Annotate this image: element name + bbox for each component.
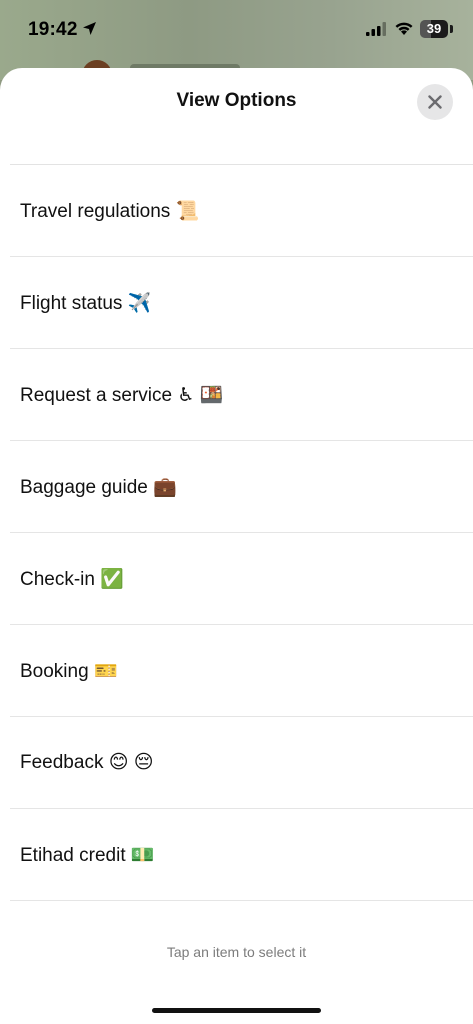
footer-hint: Tap an item to select it (166, 944, 307, 960)
options-list: Travel regulations 📜 Flight status ✈️ Re… (0, 165, 473, 901)
option-etihad-credit[interactable]: Etihad credit 💵 (10, 809, 473, 901)
option-feedback[interactable]: Feedback 😊 😔 (10, 717, 473, 809)
home-indicator[interactable] (152, 1008, 321, 1013)
option-check-in[interactable]: Check-in ✅ (10, 533, 473, 625)
option-label: Feedback 😊 😔 (20, 752, 154, 773)
option-label: Baggage guide 💼 (20, 476, 177, 498)
option-baggage-guide[interactable]: Baggage guide 💼 (10, 441, 473, 533)
option-label: Travel regulations 📜 (20, 200, 200, 222)
battery-percentage: 39 (426, 21, 442, 36)
sheet-title: View Options (176, 90, 297, 111)
option-travel-regulations[interactable]: Travel regulations 📜 (10, 165, 473, 257)
option-label: Booking 🎫 (20, 660, 118, 682)
cellular-signal-icon (366, 22, 386, 36)
status-bar: 19:42 39 (0, 0, 473, 60)
wifi-icon (395, 22, 413, 35)
option-flight-status[interactable]: Flight status ✈️ (10, 257, 473, 349)
battery-icon: 39 (420, 20, 448, 38)
option-label: Etihad credit 💵 (20, 844, 155, 866)
view-options-sheet: View Options Travel regulations 📜 Flight… (0, 68, 473, 1024)
close-icon (428, 95, 442, 109)
option-booking[interactable]: Booking 🎫 (10, 625, 473, 717)
sheet-header: View Options (0, 68, 473, 165)
location-arrow-icon (83, 22, 96, 35)
option-request-service[interactable]: Request a service ♿ 🍱 (10, 349, 473, 441)
close-button[interactable] (417, 84, 453, 120)
option-label: Request a service ♿ 🍱 (20, 384, 224, 406)
battery-terminal (450, 25, 453, 33)
option-label: Flight status ✈️ (20, 292, 152, 314)
option-label: Check-in ✅ (20, 568, 124, 590)
status-time: 19:42 (28, 19, 78, 40)
